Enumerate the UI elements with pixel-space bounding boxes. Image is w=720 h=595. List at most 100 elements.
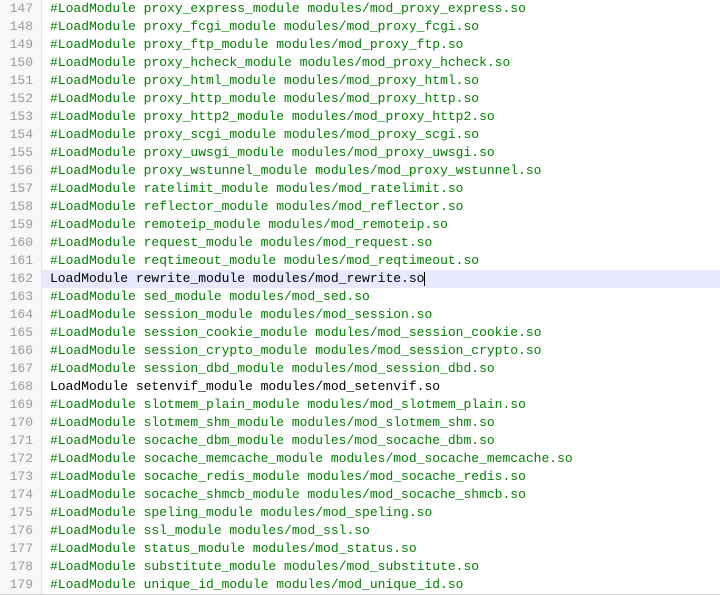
line-number: 165 <box>0 324 42 342</box>
code-line[interactable]: 152#LoadModule proxy_http_module modules… <box>0 90 720 108</box>
line-number: 147 <box>0 0 42 18</box>
commented-directive[interactable]: #LoadModule proxy_http2_module modules/m… <box>42 108 720 126</box>
line-number: 172 <box>0 450 42 468</box>
code-line[interactable]: 149#LoadModule proxy_ftp_module modules/… <box>0 36 720 54</box>
commented-directive[interactable]: #LoadModule ratelimit_module modules/mod… <box>42 180 720 198</box>
line-number: 176 <box>0 522 42 540</box>
code-line[interactable]: 179#LoadModule unique_id_module modules/… <box>0 576 720 594</box>
commented-directive[interactable]: #LoadModule socache_shmcb_module modules… <box>42 486 720 504</box>
line-number: 157 <box>0 180 42 198</box>
commented-directive[interactable]: #LoadModule slotmem_shm_module modules/m… <box>42 414 720 432</box>
commented-directive[interactable]: #LoadModule ssl_module modules/mod_ssl.s… <box>42 522 720 540</box>
commented-directive[interactable]: #LoadModule session_module modules/mod_s… <box>42 306 720 324</box>
code-line[interactable]: 160#LoadModule request_module modules/mo… <box>0 234 720 252</box>
line-number: 161 <box>0 252 42 270</box>
commented-directive[interactable]: #LoadModule unique_id_module modules/mod… <box>42 576 720 594</box>
commented-directive[interactable]: #LoadModule session_crypto_module module… <box>42 342 720 360</box>
line-number: 173 <box>0 468 42 486</box>
code-editor[interactable]: 147#LoadModule proxy_express_module modu… <box>0 0 720 595</box>
commented-directive[interactable]: #LoadModule substitute_module modules/mo… <box>42 558 720 576</box>
line-number: 158 <box>0 198 42 216</box>
code-line[interactable]: 156#LoadModule proxy_wstunnel_module mod… <box>0 162 720 180</box>
line-number: 162 <box>0 270 42 288</box>
text-caret <box>424 272 425 286</box>
commented-directive[interactable]: #LoadModule reqtimeout_module modules/mo… <box>42 252 720 270</box>
line-number: 164 <box>0 306 42 324</box>
commented-directive[interactable]: #LoadModule proxy_wstunnel_module module… <box>42 162 720 180</box>
line-number: 169 <box>0 396 42 414</box>
code-line[interactable]: 166#LoadModule session_crypto_module mod… <box>0 342 720 360</box>
commented-directive[interactable]: #LoadModule speling_module modules/mod_s… <box>42 504 720 522</box>
line-number: 160 <box>0 234 42 252</box>
commented-directive[interactable]: #LoadModule proxy_http_module modules/mo… <box>42 90 720 108</box>
code-line[interactable]: 170#LoadModule slotmem_shm_module module… <box>0 414 720 432</box>
code-line[interactable]: 159#LoadModule remoteip_module modules/m… <box>0 216 720 234</box>
line-number: 150 <box>0 54 42 72</box>
commented-directive[interactable]: #LoadModule proxy_scgi_module modules/mo… <box>42 126 720 144</box>
code-line[interactable]: 150#LoadModule proxy_hcheck_module modul… <box>0 54 720 72</box>
commented-directive[interactable]: #LoadModule reflector_module modules/mod… <box>42 198 720 216</box>
commented-directive[interactable]: #LoadModule remoteip_module modules/mod_… <box>42 216 720 234</box>
line-number: 179 <box>0 576 42 594</box>
line-number: 163 <box>0 288 42 306</box>
commented-directive[interactable]: #LoadModule socache_dbm_module modules/m… <box>42 432 720 450</box>
line-number: 152 <box>0 90 42 108</box>
line-number: 178 <box>0 558 42 576</box>
code-line[interactable]: 169#LoadModule slotmem_plain_module modu… <box>0 396 720 414</box>
code-line[interactable]: 162LoadModule rewrite_module modules/mod… <box>0 270 720 288</box>
code-line[interactable]: 148#LoadModule proxy_fcgi_module modules… <box>0 18 720 36</box>
commented-directive[interactable]: #LoadModule slotmem_plain_module modules… <box>42 396 720 414</box>
code-line[interactable]: 161#LoadModule reqtimeout_module modules… <box>0 252 720 270</box>
line-number: 177 <box>0 540 42 558</box>
line-number: 167 <box>0 360 42 378</box>
commented-directive[interactable]: #LoadModule proxy_ftp_module modules/mod… <box>42 36 720 54</box>
code-line[interactable]: 177#LoadModule status_module modules/mod… <box>0 540 720 558</box>
line-number: 166 <box>0 342 42 360</box>
code-line[interactable]: 151#LoadModule proxy_html_module modules… <box>0 72 720 90</box>
code-line[interactable]: 147#LoadModule proxy_express_module modu… <box>0 0 720 18</box>
code-line[interactable]: 158#LoadModule reflector_module modules/… <box>0 198 720 216</box>
line-number: 149 <box>0 36 42 54</box>
line-number: 174 <box>0 486 42 504</box>
commented-directive[interactable]: #LoadModule status_module modules/mod_st… <box>42 540 720 558</box>
line-number: 159 <box>0 216 42 234</box>
code-line[interactable]: 174#LoadModule socache_shmcb_module modu… <box>0 486 720 504</box>
code-line[interactable]: 164#LoadModule session_module modules/mo… <box>0 306 720 324</box>
commented-directive[interactable]: #LoadModule socache_redis_module modules… <box>42 468 720 486</box>
commented-directive[interactable]: #LoadModule sed_module modules/mod_sed.s… <box>42 288 720 306</box>
line-number: 175 <box>0 504 42 522</box>
code-line[interactable]: 171#LoadModule socache_dbm_module module… <box>0 432 720 450</box>
code-line[interactable]: 176#LoadModule ssl_module modules/mod_ss… <box>0 522 720 540</box>
code-line[interactable]: 167#LoadModule session_dbd_module module… <box>0 360 720 378</box>
commented-directive[interactable]: #LoadModule proxy_fcgi_module modules/mo… <box>42 18 720 36</box>
code-line[interactable]: 155#LoadModule proxy_uwsgi_module module… <box>0 144 720 162</box>
code-line[interactable]: 165#LoadModule session_cookie_module mod… <box>0 324 720 342</box>
line-number: 151 <box>0 72 42 90</box>
active-directive[interactable]: LoadModule setenvif_module modules/mod_s… <box>42 378 720 396</box>
code-line[interactable]: 175#LoadModule speling_module modules/mo… <box>0 504 720 522</box>
commented-directive[interactable]: #LoadModule proxy_uwsgi_module modules/m… <box>42 144 720 162</box>
line-number: 156 <box>0 162 42 180</box>
active-directive[interactable]: LoadModule rewrite_module modules/mod_re… <box>42 270 720 288</box>
commented-directive[interactable]: #LoadModule session_cookie_module module… <box>42 324 720 342</box>
commented-directive[interactable]: #LoadModule proxy_express_module modules… <box>42 0 720 18</box>
line-number: 148 <box>0 18 42 36</box>
commented-directive[interactable]: #LoadModule proxy_html_module modules/mo… <box>42 72 720 90</box>
commented-directive[interactable]: #LoadModule proxy_hcheck_module modules/… <box>42 54 720 72</box>
code-line[interactable]: 172#LoadModule socache_memcache_module m… <box>0 450 720 468</box>
commented-directive[interactable]: #LoadModule request_module modules/mod_r… <box>42 234 720 252</box>
code-line[interactable]: 154#LoadModule proxy_scgi_module modules… <box>0 126 720 144</box>
line-number: 168 <box>0 378 42 396</box>
line-number: 153 <box>0 108 42 126</box>
code-line[interactable]: 173#LoadModule socache_redis_module modu… <box>0 468 720 486</box>
line-number: 155 <box>0 144 42 162</box>
commented-directive[interactable]: #LoadModule session_dbd_module modules/m… <box>42 360 720 378</box>
code-line[interactable]: 168LoadModule setenvif_module modules/mo… <box>0 378 720 396</box>
commented-directive[interactable]: #LoadModule socache_memcache_module modu… <box>42 450 720 468</box>
code-line[interactable]: 157#LoadModule ratelimit_module modules/… <box>0 180 720 198</box>
code-line[interactable]: 178#LoadModule substitute_module modules… <box>0 558 720 576</box>
code-line[interactable]: 163#LoadModule sed_module modules/mod_se… <box>0 288 720 306</box>
line-number: 171 <box>0 432 42 450</box>
line-number: 154 <box>0 126 42 144</box>
code-line[interactable]: 153#LoadModule proxy_http2_module module… <box>0 108 720 126</box>
